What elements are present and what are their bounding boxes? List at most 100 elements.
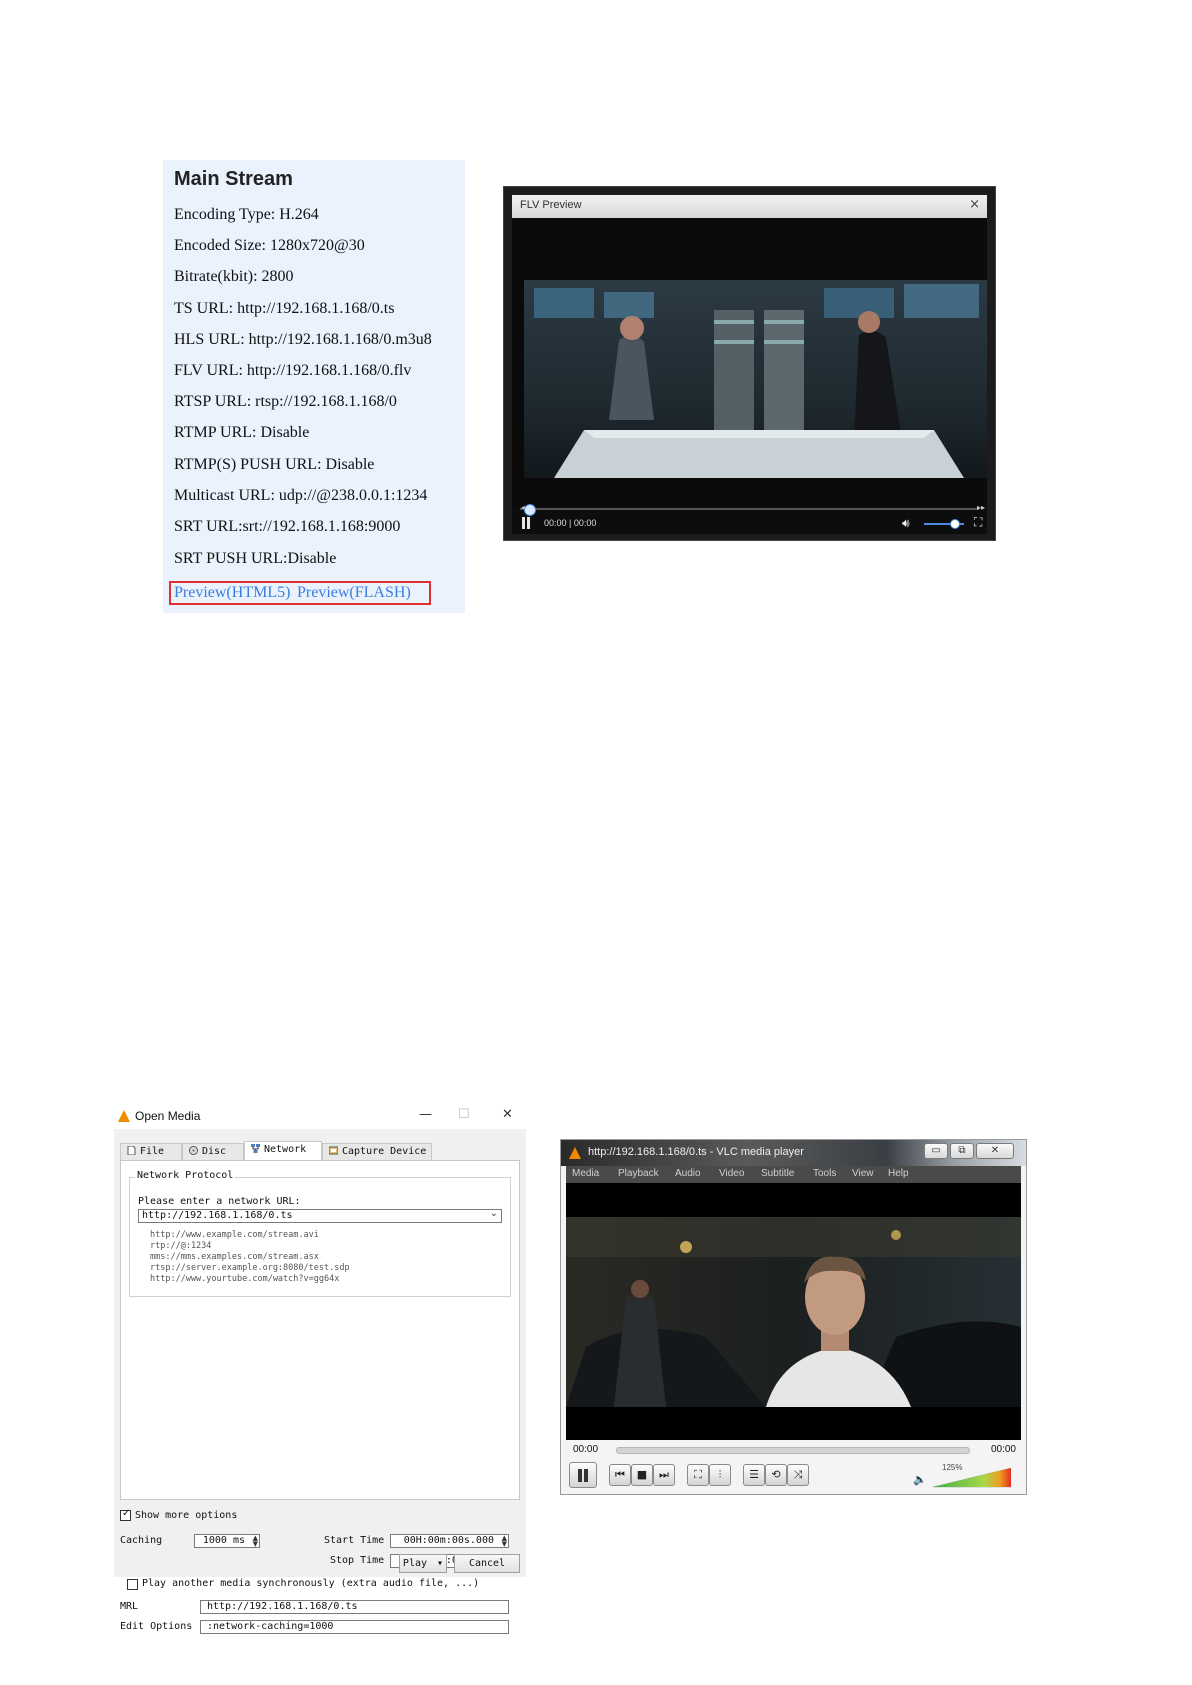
example-url: http://www.example.com/stream.avi [150, 1230, 319, 1240]
network-url-prompt: Please enter a network URL: [138, 1196, 301, 1207]
close-icon[interactable]: × [969, 197, 980, 212]
flv-preview-window: FLV Preview × ◂ [503, 186, 996, 541]
flv-video-area[interactable] [512, 218, 987, 506]
vlc-video-frame [566, 1217, 1021, 1407]
extended-settings-icon[interactable]: ⫶ [709, 1464, 731, 1486]
capture-device-icon [329, 1146, 338, 1155]
tab-file-label: File [140, 1146, 165, 1157]
start-time-label: Start Time [324, 1535, 385, 1546]
network-icon [251, 1144, 260, 1153]
show-more-options-label: Show more options [135, 1510, 238, 1521]
previous-icon[interactable]: ⏮ [609, 1464, 631, 1486]
vlc-video-area[interactable] [566, 1183, 1021, 1440]
tab-disc-label: Disc [202, 1146, 227, 1157]
vlc-time-total: 00:00 [990, 1444, 1016, 1455]
flv-time-display: 00:00 | 00:00 [544, 518, 597, 528]
menu-view[interactable]: View [852, 1168, 874, 1179]
start-time-spinbox[interactable]: 00H:00m:00s.000 ▲ ▼ [390, 1534, 509, 1548]
close-button[interactable]: ✕ [502, 1107, 513, 1122]
disc-icon [189, 1146, 198, 1155]
tab-capture-device[interactable]: Capture Device [322, 1143, 432, 1160]
hls-url-row: HLS URL: http://192.168.1.168/0.m3u8 [174, 331, 432, 348]
checkmark-icon: ✓ [122, 1508, 131, 1519]
start-time-value: 00H:00m:00s.000 [403, 1535, 494, 1546]
srt-url-row: SRT URL:srt://192.168.1.168:9000 [174, 518, 401, 535]
seek-forward-icon[interactable]: ▸▸ [977, 503, 985, 512]
pause-icon[interactable] [521, 517, 531, 529]
spin-arrows-icon[interactable]: ▲▼ [502, 1535, 507, 1548]
fullscreen-icon[interactable]: ⛶ [974, 515, 982, 530]
more-options-panel: Caching 1000 ms ▲ ▼ Start Time 00H:00m:00… [120, 1529, 520, 1659]
rtmp-push-url-row: RTMP(S) PUSH URL: Disable [174, 456, 375, 473]
main-stream-title: Main Stream [174, 168, 293, 190]
shuffle-icon[interactable]: ⤨ [787, 1464, 809, 1486]
main-stream-panel: Main Stream Encoding Type: H.264 Encoded… [163, 160, 465, 613]
chevron-down-icon[interactable]: ▾ [437, 1558, 443, 1569]
minimize-button[interactable]: ▭ [924, 1143, 948, 1159]
menu-video[interactable]: Video [719, 1168, 744, 1179]
play-another-checkbox[interactable] [127, 1579, 138, 1590]
maximize-button[interactable]: ☐ [458, 1107, 470, 1122]
play-another-label: Play another media synchronously (extra … [142, 1578, 480, 1589]
fullscreen-icon[interactable]: ⛶ [687, 1464, 709, 1486]
menu-audio[interactable]: Audio [675, 1168, 701, 1179]
volume-icon[interactable]: 🔈 [913, 1473, 927, 1486]
show-more-options-checkbox[interactable]: ✓ [120, 1508, 131, 1521]
vlc-window-title: http://192.168.1.168/0.ts - VLC media pl… [588, 1146, 804, 1158]
menu-playback[interactable]: Playback [618, 1168, 659, 1179]
loop-icon[interactable]: ⟲ [765, 1464, 787, 1486]
flv-volume-slider[interactable] [924, 519, 964, 529]
chevron-down-icon[interactable]: ⌄ [490, 1208, 498, 1219]
edit-options-field[interactable]: :network-caching=1000 [200, 1620, 509, 1634]
vlc-seek-bar[interactable] [616, 1447, 970, 1454]
preview-flash-link[interactable]: Preview(FLASH) [297, 584, 411, 602]
vlc-titlebar: http://192.168.1.168/0.ts - VLC media pl… [561, 1140, 1026, 1166]
close-button[interactable]: ✕ [976, 1143, 1014, 1159]
flv-seek-bar[interactable]: ◂◂ ▸▸ [520, 503, 985, 516]
edit-options-label: Edit Options [120, 1621, 193, 1632]
minimize-button[interactable]: — [419, 1107, 432, 1122]
mrl-label: MRL [120, 1601, 139, 1612]
tab-disc[interactable]: Disc [182, 1143, 244, 1160]
flv-volume-handle[interactable] [950, 519, 960, 529]
menu-help[interactable]: Help [888, 1168, 909, 1179]
caching-value: 1000 ms [202, 1535, 245, 1546]
multicast-url-row: Multicast URL: udp://@238.0.0.1:1234 [174, 487, 428, 504]
tab-network-label: Network [264, 1144, 307, 1155]
rtmp-url-row: RTMP URL: Disable [174, 424, 310, 441]
encoded-size-row: Encoded Size: 1280x720@30 [174, 237, 365, 254]
pause-button[interactable] [569, 1462, 597, 1488]
flv-seek-handle[interactable] [524, 504, 536, 516]
play-button[interactable]: Play ▾ [399, 1554, 447, 1573]
example-url: rtp://@:1234 [150, 1241, 212, 1251]
caching-spinbox[interactable]: 1000 ms ▲ ▼ [194, 1534, 260, 1548]
volume-icon[interactable]: 🔊︎ [902, 516, 910, 531]
example-url: mms://mms.examples.com/stream.asx [150, 1252, 319, 1262]
next-icon[interactable]: ⏭ [653, 1464, 675, 1486]
tab-file[interactable]: File [120, 1143, 182, 1160]
playlist-icon[interactable]: ☰ [743, 1464, 765, 1486]
menu-tools[interactable]: Tools [813, 1168, 836, 1179]
open-media-title: Open Media [135, 1109, 201, 1123]
preview-html5-link[interactable]: Preview(HTML5) [174, 584, 290, 602]
stop-icon[interactable]: ■ [631, 1464, 653, 1486]
network-url-value: http://192.168.1.168/0.ts [142, 1210, 293, 1221]
vlc-volume-slider[interactable] [933, 1466, 1011, 1488]
tab-network[interactable]: Network [244, 1141, 322, 1161]
network-protocol-title: Network Protocol [135, 1170, 236, 1181]
tab-capture-device-label: Capture Device [342, 1146, 427, 1157]
mrl-field[interactable]: http://192.168.1.168/0.ts [200, 1600, 509, 1614]
network-url-input[interactable]: http://192.168.1.168/0.ts ⌄ [138, 1208, 502, 1223]
vlc-player-window: http://192.168.1.168/0.ts - VLC media pl… [560, 1139, 1027, 1495]
restore-button[interactable]: ⧉ [950, 1143, 974, 1159]
network-tab-panel: Please enter a network URL: http://192.1… [120, 1160, 520, 1500]
flv-video-frame [524, 280, 987, 478]
vlc-menubar: Media Playback Audio Video Subtitle Tool… [566, 1166, 1021, 1183]
caching-label: Caching [120, 1535, 163, 1546]
encoding-type-row: Encoding Type: H.264 [174, 206, 319, 223]
menu-subtitle[interactable]: Subtitle [761, 1168, 794, 1179]
spin-arrows-icon[interactable]: ▲▼ [253, 1535, 258, 1548]
menu-media[interactable]: Media [572, 1168, 599, 1179]
flv-url-row: FLV URL: http://192.168.1.168/0.flv [174, 362, 412, 379]
cancel-button[interactable]: Cancel [454, 1554, 520, 1573]
